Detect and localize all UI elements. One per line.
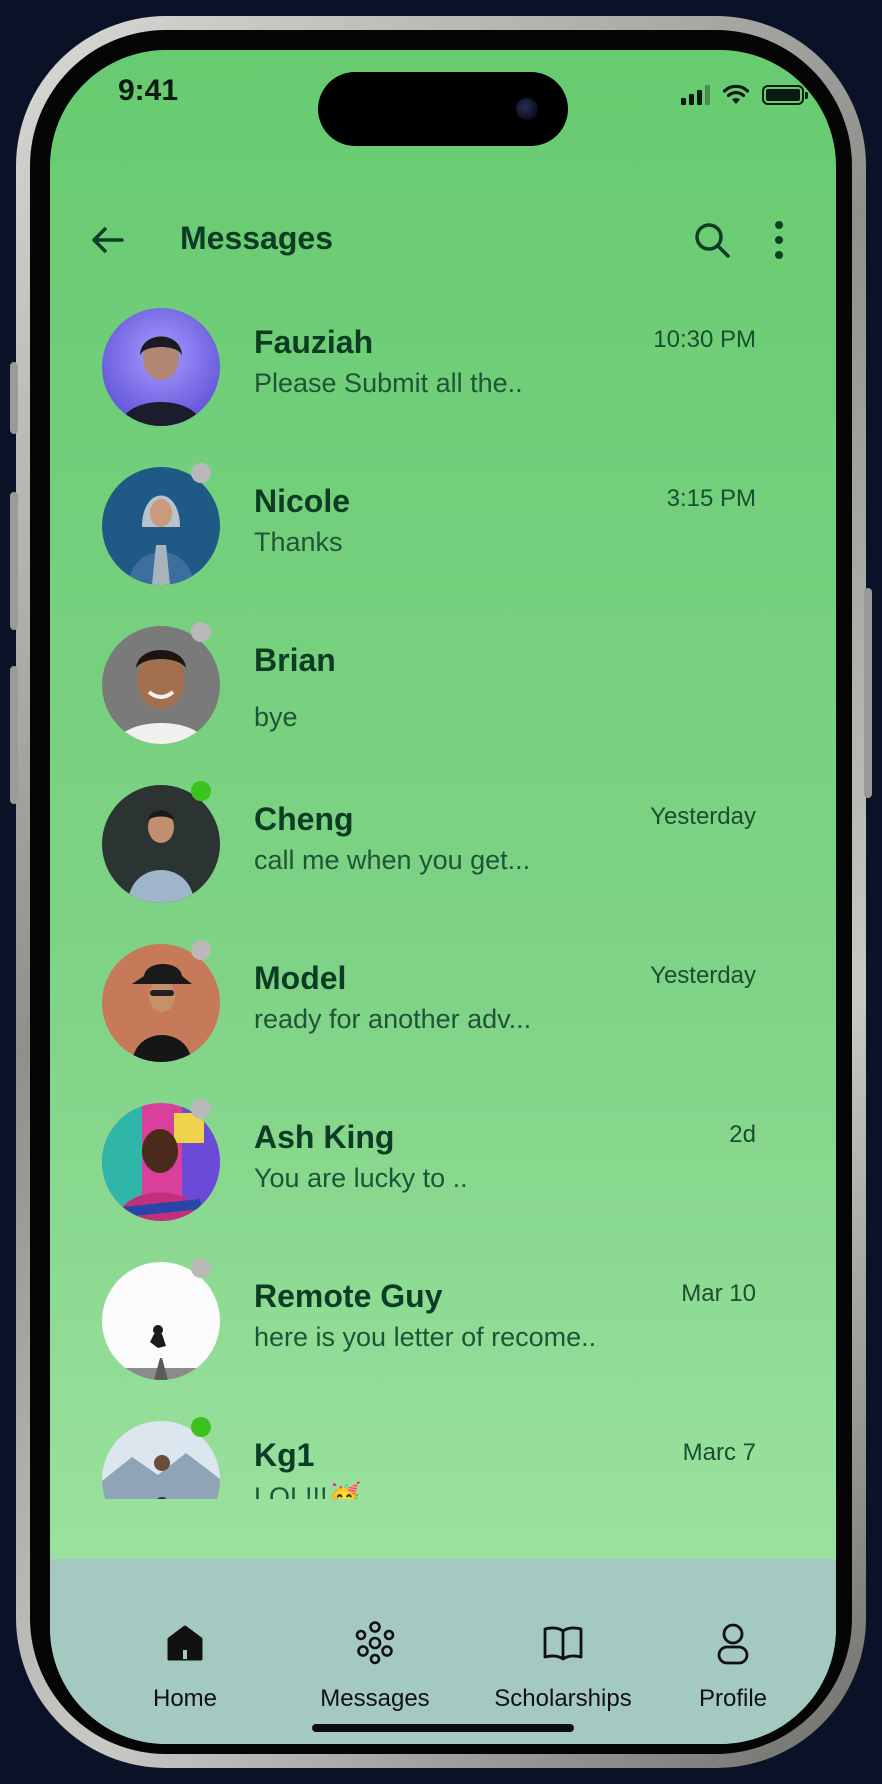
avatar (102, 467, 220, 585)
cellular-signal-icon (681, 85, 710, 105)
message-preview: bye (254, 702, 298, 732)
message-time: Mar 10 (681, 1280, 756, 1307)
message-preview: call me when you get... (254, 845, 531, 875)
home-indicator[interactable] (312, 1724, 574, 1732)
nav-label-home: Home (152, 1685, 218, 1712)
side-button-volume-down (10, 666, 18, 804)
back-arrow-icon[interactable] (88, 220, 128, 260)
avatar (102, 1103, 220, 1221)
message-preview: here is you letter of recome.. (254, 1322, 597, 1352)
presence-indicator (191, 1099, 211, 1119)
contact-name: Nicole (254, 483, 351, 519)
avatar (102, 626, 220, 744)
side-button-volume-up (10, 492, 18, 630)
nav-profile[interactable]: Profile (653, 1619, 813, 1713)
message-time: 10:30 PM (653, 326, 756, 353)
home-icon (167, 1625, 203, 1661)
presence-indicator (191, 1258, 211, 1278)
nav-label-scholarships: Scholarships (494, 1685, 632, 1712)
header: Messages (50, 200, 836, 280)
avatar (102, 308, 220, 426)
wifi-icon (722, 84, 750, 104)
message-time: 2d (729, 1121, 756, 1148)
message-time: Yesterday (650, 803, 756, 830)
nav-label-profile: Profile (698, 1685, 768, 1712)
contact-name: Kg1 (254, 1437, 315, 1473)
contact-name: Fauziah (254, 324, 374, 360)
contact-name: Ash King (254, 1119, 395, 1155)
conversation-item[interactable]: Nicole 3:15 PM Thanks (50, 459, 836, 589)
side-button-silent (10, 362, 18, 434)
nav-messages[interactable]: Messages (295, 1619, 455, 1713)
contact-name: Remote Guy (254, 1278, 443, 1314)
conversation-item[interactable]: Cheng Yesterday call me when you get... (50, 777, 836, 907)
message-preview: You are lucky to .. (254, 1163, 468, 1193)
message-preview: ready for another adv... (254, 1004, 532, 1034)
book-icon (543, 1626, 583, 1661)
message-preview: LOL!!!🥳 (254, 1482, 362, 1499)
conversation-item[interactable]: Ash King 2d You are lucky to .. (50, 1095, 836, 1225)
screen: 9:41 Messages Fauziah 10:30 PM Please Su… (50, 50, 836, 1744)
avatar (102, 785, 220, 903)
conversation-item[interactable]: Remote Guy Mar 10 here is you letter of … (50, 1254, 836, 1384)
avatar (102, 944, 220, 1062)
presence-indicator (191, 463, 211, 483)
message-preview: Thanks (254, 527, 343, 557)
presence-indicator (191, 781, 211, 801)
presence-indicator (191, 1417, 211, 1437)
more-vertical-icon[interactable] (766, 218, 792, 262)
conversation-item[interactable]: Brian bye (50, 618, 836, 748)
contact-name: Cheng (254, 801, 354, 837)
contact-name: Model (254, 960, 347, 996)
conversation-list: Fauziah 10:30 PM Please Submit all the..… (50, 300, 836, 1545)
bottom-nav: Home Messages Scholarships Profile (50, 1559, 836, 1744)
avatar (102, 1262, 220, 1380)
message-time: Yesterday (650, 962, 756, 989)
message-time: Marc 7 (682, 1439, 756, 1466)
dynamic-island (318, 72, 568, 146)
conversation-item[interactable]: Model Yesterday ready for another adv... (50, 936, 836, 1066)
conversation-item[interactable]: Fauziah 10:30 PM Please Submit all the.. (50, 300, 836, 430)
contact-name: Brian (254, 642, 336, 678)
messages-icon (355, 1621, 395, 1665)
presence-indicator (191, 940, 211, 960)
search-icon[interactable] (690, 218, 734, 262)
front-camera-icon (516, 98, 538, 120)
message-time: 3:15 PM (666, 485, 756, 512)
status-time: 9:41 (118, 74, 179, 107)
conversation-item[interactable]: Kg1 Marc 7 LOL!!!🥳 (50, 1413, 836, 1499)
nav-scholarships[interactable]: Scholarships (483, 1619, 643, 1713)
presence-indicator (191, 622, 211, 642)
message-preview: Please Submit all the.. (254, 368, 523, 398)
status-icons (681, 84, 808, 106)
battery-icon (762, 85, 808, 105)
nav-label-messages: Messages (320, 1685, 430, 1712)
profile-icon (717, 1623, 749, 1665)
page-title: Messages (180, 220, 333, 256)
side-button-power (864, 588, 872, 798)
nav-home[interactable]: Home (105, 1619, 265, 1713)
